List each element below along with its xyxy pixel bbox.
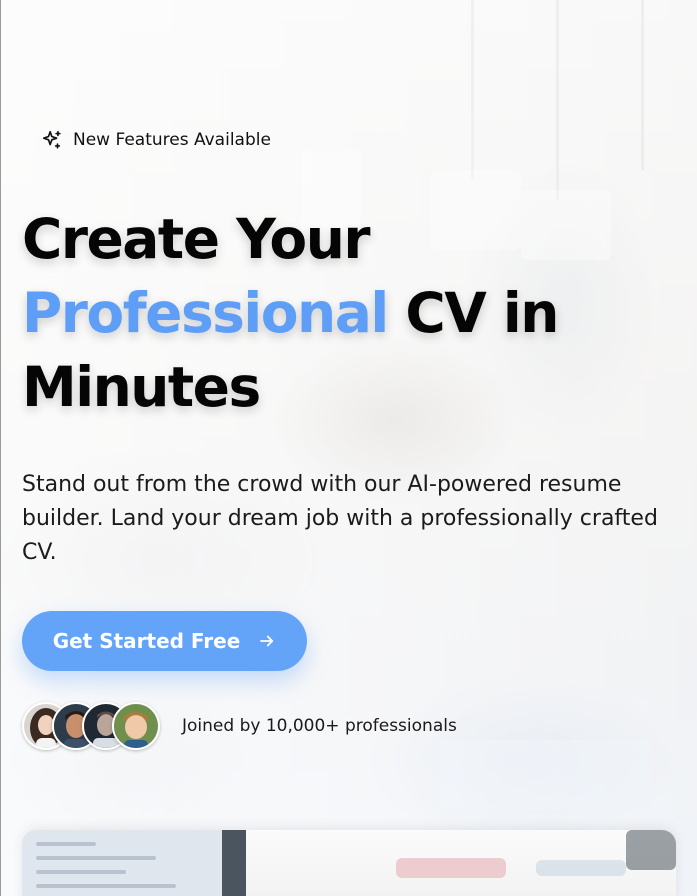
headline-accent: Professional — [22, 281, 389, 345]
badge-label: New Features Available — [73, 130, 271, 150]
get-started-label: Get Started Free — [52, 629, 241, 653]
new-features-badge[interactable]: New Features Available — [41, 127, 271, 153]
social-proof: Joined by 10,000+ professionals — [22, 702, 457, 750]
social-proof-text: Joined by 10,000+ professionals — [182, 716, 457, 736]
hero-subtext: Stand out from the crowd with our AI-pow… — [22, 472, 658, 565]
avatar — [112, 702, 160, 750]
sparkles-icon — [41, 129, 63, 151]
headline-line-1: Create Your — [22, 207, 371, 271]
headline-line-2: CV in — [387, 281, 559, 345]
arrow-right-icon — [258, 632, 276, 650]
avatar-group — [22, 702, 162, 750]
landing-page: New Features Available Create Your Profe… — [0, 0, 697, 896]
get-started-button[interactable]: Get Started Free — [22, 611, 307, 671]
hero-headline: Create Your Professional CV in Minutes — [22, 202, 682, 424]
app-preview-image — [22, 830, 676, 896]
headline-line-3: Minutes — [22, 355, 261, 419]
